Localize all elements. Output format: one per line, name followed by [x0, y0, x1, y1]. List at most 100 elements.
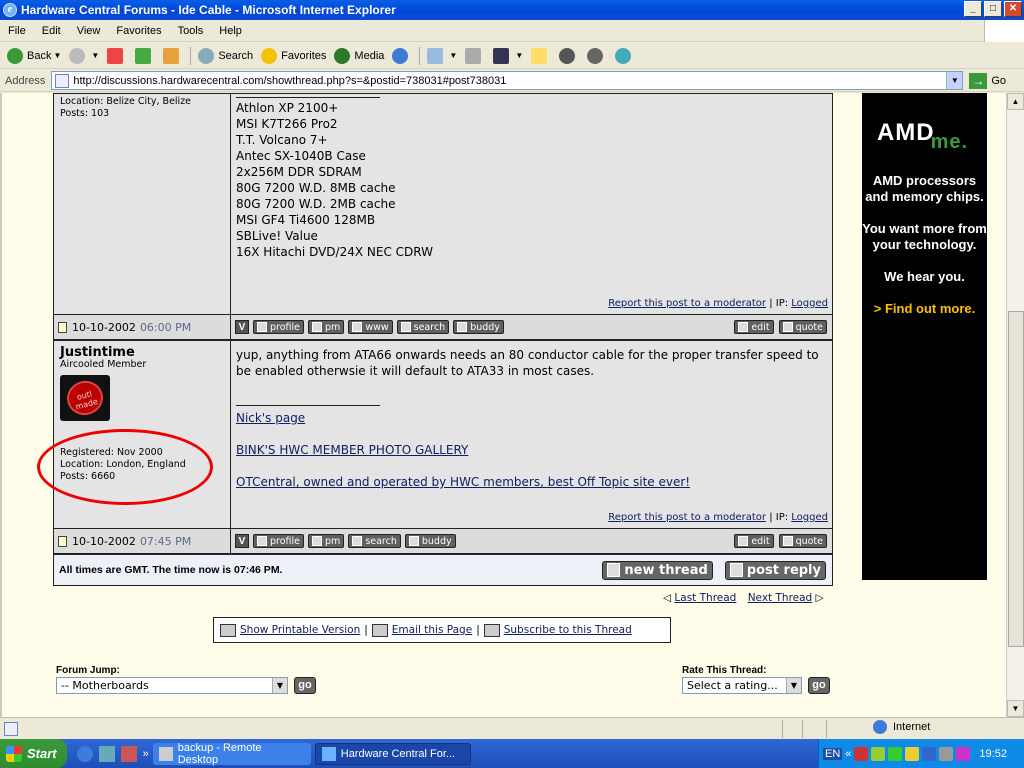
sig-link-photo-gallery[interactable]: BINK'S HWC MEMBER PHOTO GALLERY: [236, 443, 468, 457]
forum-jump-go-button[interactable]: go: [294, 677, 316, 694]
edit-icon: [738, 322, 749, 332]
pm-button[interactable]: pm: [308, 320, 345, 334]
tray-app-icon[interactable]: [922, 746, 937, 761]
tray-expand-icon[interactable]: «: [845, 748, 851, 760]
next-thread-link[interactable]: Next Thread: [748, 592, 813, 604]
quote-button[interactable]: quote: [778, 534, 827, 548]
amd-advertisement[interactable]: AMDme. AMD processors and memory chips. …: [862, 93, 987, 580]
pm-icon: [312, 536, 323, 546]
view-button[interactable]: V: [235, 320, 249, 334]
close-button[interactable]: ✕: [1004, 1, 1022, 17]
forward-dropdown-icon[interactable]: ▼: [91, 51, 99, 60]
thread-navigation: ◁ Last Thread Next Thread ▷: [663, 592, 824, 604]
menu-favorites[interactable]: Favorites: [108, 25, 169, 37]
sig-link-nicks-page[interactable]: Nick's page: [236, 411, 305, 425]
forward-button[interactable]: ▼: [65, 45, 103, 67]
globe-button[interactable]: [555, 45, 583, 67]
address-dropdown-icon[interactable]: ▼: [946, 72, 963, 89]
view-button[interactable]: V: [235, 534, 249, 548]
post-2-username[interactable]: Justintime: [60, 346, 224, 359]
report-post-link[interactable]: Report this post to a moderator: [608, 512, 766, 523]
language-indicator[interactable]: EN: [823, 747, 843, 760]
back-button[interactable]: Back ▼: [3, 45, 65, 67]
profile-button[interactable]: profile: [253, 534, 305, 548]
ip-logged-link[interactable]: Logged: [791, 298, 828, 309]
tray-volume-icon[interactable]: [939, 746, 954, 761]
post-2-message: yup, anything from ATA66 onwards needs a…: [236, 348, 819, 378]
search-button[interactable]: search: [348, 534, 401, 548]
taskbar-ie-window[interactable]: Hardware Central For...: [314, 742, 471, 765]
subscribe-icon: [483, 623, 500, 637]
tray-app-icon[interactable]: [854, 746, 869, 761]
vertical-scrollbar[interactable]: ▲ ▼: [1006, 93, 1024, 717]
ie-quicklaunch-icon[interactable]: [76, 745, 93, 762]
menu-help[interactable]: Help: [211, 25, 250, 37]
quicklaunch-expand-icon[interactable]: »: [143, 748, 149, 760]
internet-zone-icon: [873, 720, 887, 734]
last-thread-link[interactable]: Last Thread: [674, 592, 736, 604]
research-button[interactable]: [611, 45, 639, 67]
clock[interactable]: 19:52: [979, 748, 1007, 760]
favorites-button[interactable]: Favorites: [257, 45, 330, 67]
report-post-link[interactable]: Report this post to a moderator: [608, 298, 766, 309]
edit-button[interactable]: edit: [734, 320, 774, 334]
subscribe-link[interactable]: Subscribe to this Thread: [504, 624, 632, 636]
scroll-up-icon[interactable]: ▲: [1007, 93, 1024, 110]
post-reply-icon: [729, 563, 743, 577]
home-button[interactable]: [159, 45, 187, 67]
edit-word-button[interactable]: ▼: [489, 45, 527, 67]
mail-button[interactable]: ▼: [423, 45, 461, 67]
quote-button[interactable]: quote: [778, 320, 827, 334]
thread-tools: Show Printable Version | Email this Page…: [213, 617, 671, 643]
menu-tools[interactable]: Tools: [170, 25, 212, 37]
forum-jump-select[interactable]: -- Motherboards ▼: [56, 677, 288, 694]
menu-edit[interactable]: Edit: [34, 25, 69, 37]
buddy-button[interactable]: buddy: [404, 534, 456, 548]
pm-button[interactable]: pm: [308, 534, 345, 548]
start-button[interactable]: Start: [0, 739, 67, 768]
title-bar[interactable]: e Hardware Central Forums - Ide Cable - …: [0, 0, 1024, 20]
search-button[interactable]: search: [396, 320, 450, 334]
discuss-button[interactable]: [527, 45, 555, 67]
minimize-button[interactable]: _: [964, 1, 982, 17]
print-button[interactable]: [461, 45, 489, 67]
www-button[interactable]: www: [348, 320, 393, 334]
stop-button[interactable]: [103, 45, 131, 67]
history-button[interactable]: [388, 45, 416, 67]
email-page-link[interactable]: Email this Page: [392, 624, 472, 636]
menu-view[interactable]: View: [69, 25, 109, 37]
messenger-button[interactable]: [583, 45, 611, 67]
page-icon: [55, 73, 70, 88]
new-thread-button[interactable]: new thread: [602, 560, 713, 580]
back-dropdown-icon[interactable]: ▼: [53, 51, 61, 60]
scroll-down-icon[interactable]: ▼: [1007, 700, 1024, 717]
app-quicklaunch-icon[interactable]: [120, 745, 137, 762]
maximize-button[interactable]: □: [984, 1, 1002, 17]
forum-jump-label: Forum Jump:: [56, 665, 120, 676]
rate-thread-go-button[interactable]: go: [808, 677, 830, 694]
sig-link-otcentral[interactable]: OTCentral, owned and operated by HWC mem…: [236, 475, 690, 489]
desktop-quicklaunch-icon[interactable]: [98, 745, 115, 762]
ad-find-out-more[interactable]: > Find out more.: [862, 301, 987, 317]
scroll-thumb[interactable]: [1008, 311, 1024, 647]
tray-network-icon[interactable]: [888, 746, 903, 761]
taskbar-remote-desktop[interactable]: backup - Remote Desktop: [152, 742, 311, 766]
buddy-button[interactable]: buddy: [453, 320, 504, 334]
tray-app-icon[interactable]: [905, 746, 920, 761]
tray-app-icon[interactable]: [871, 746, 886, 761]
refresh-icon: [135, 47, 152, 64]
printable-version-link[interactable]: Show Printable Version: [240, 624, 360, 636]
media-button[interactable]: Media: [330, 45, 388, 67]
refresh-button[interactable]: [131, 45, 159, 67]
ip-logged-link[interactable]: Logged: [791, 512, 828, 523]
tray-app-icon[interactable]: [956, 746, 971, 761]
rate-thread-select[interactable]: Select a rating... ▼: [682, 677, 802, 694]
profile-button[interactable]: profile: [253, 320, 305, 334]
menu-file[interactable]: File: [0, 25, 34, 37]
search-button[interactable]: Search: [194, 45, 257, 67]
post-reply-button[interactable]: post reply: [724, 560, 826, 580]
address-input[interactable]: http://discussions.hardwarecentral.com/s…: [51, 71, 964, 90]
messenger-icon: [587, 47, 604, 64]
go-button[interactable]: → Go: [969, 72, 1006, 89]
edit-button[interactable]: edit: [734, 534, 774, 548]
